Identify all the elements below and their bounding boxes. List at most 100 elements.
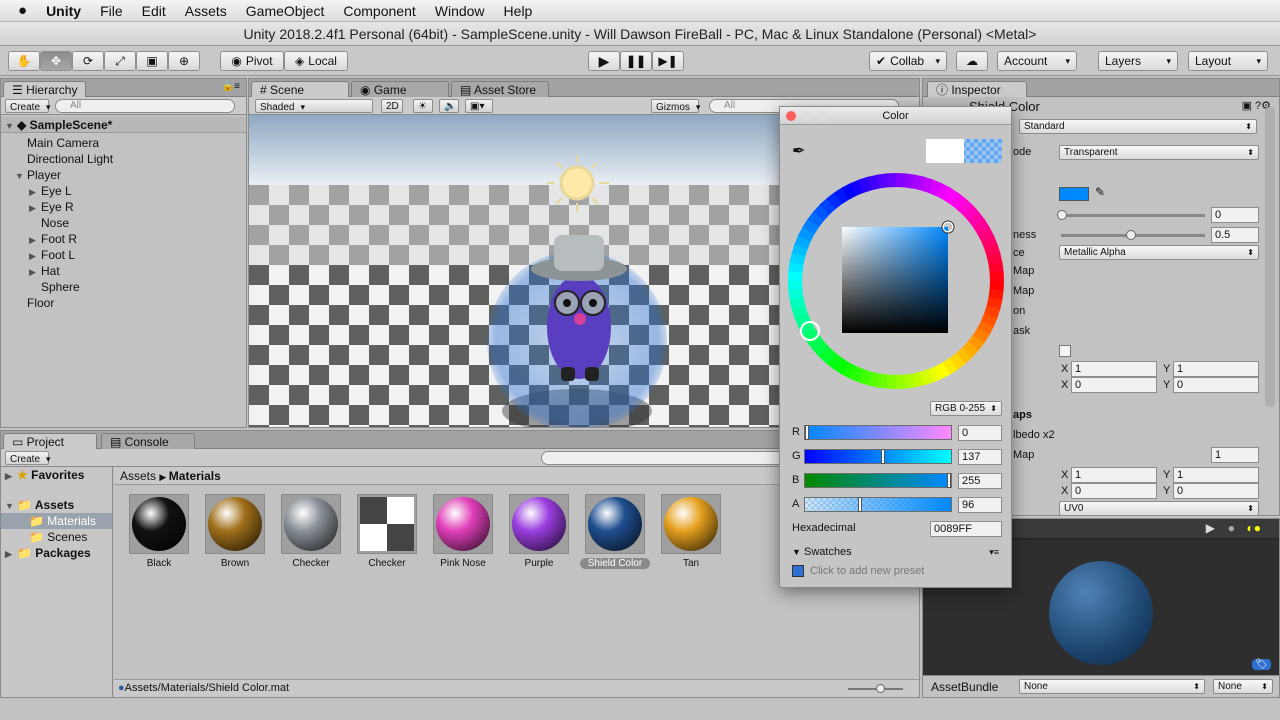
a-slider-handle[interactable] <box>858 497 863 512</box>
expand-icon[interactable]: ▶ <box>29 200 41 216</box>
offset2-x[interactable]: 0 <box>1071 483 1157 499</box>
eyedropper-icon[interactable]: ✎ <box>1095 185 1105 199</box>
project-create-dropdown[interactable]: Create <box>5 451 49 465</box>
tab-project[interactable]: ▭ Project <box>3 433 97 449</box>
tiling2-y[interactable]: 1 <box>1173 467 1259 483</box>
material-asset[interactable]: Brown <box>200 494 270 569</box>
cloud-icon[interactable]: ☁ <box>956 51 988 71</box>
expand-icon[interactable]: ▶ <box>29 184 41 200</box>
hierarchy-item[interactable]: ▼ Player <box>15 167 61 184</box>
rect-tool-icon[interactable]: ▣ <box>136 51 168 71</box>
menu-help[interactable]: Help <box>504 3 533 19</box>
menu-edit[interactable]: Edit <box>142 3 166 19</box>
inspector-scrollbar[interactable] <box>1265 107 1275 407</box>
menu-unity[interactable]: Unity <box>46 3 81 19</box>
pause-button[interactable]: ❚❚ <box>620 51 652 71</box>
hierarchy-item[interactable]: Floor <box>15 295 54 311</box>
shading-dropdown[interactable]: Shaded <box>255 99 373 113</box>
source-dropdown[interactable]: Metallic Alpha <box>1059 245 1259 260</box>
move-tool-icon[interactable]: ✥ <box>40 51 72 71</box>
color-wheel[interactable] <box>786 171 1006 391</box>
hierarchy-item[interactable]: Directional Light <box>15 151 113 167</box>
expand-icon[interactable]: ▼ <box>5 118 17 134</box>
folder-scenes[interactable]: 📁 Scenes <box>29 529 87 545</box>
hierarchy-item[interactable]: ▶ Foot R <box>29 231 77 248</box>
hierarchy-item[interactable]: Sphere <box>29 279 80 295</box>
expand-icon[interactable]: ▶ <box>29 264 41 280</box>
layout-dropdown[interactable]: Layout <box>1188 51 1268 71</box>
b-slider[interactable] <box>804 473 952 488</box>
tab-scene[interactable]: # Scene <box>251 81 349 97</box>
g-slider[interactable] <box>804 449 952 464</box>
minimize-icon[interactable] <box>802 111 812 121</box>
detail-normal-field[interactable]: 1 <box>1211 447 1259 463</box>
hierarchy-item[interactable]: ▶ Eye L <box>29 183 72 200</box>
expand-icon[interactable]: ▶ <box>29 232 41 248</box>
tab-game[interactable]: ◉ Game <box>351 81 449 97</box>
assetbundle-dropdown[interactable]: None <box>1019 679 1205 694</box>
2d-toggle[interactable]: 2D <box>381 99 403 113</box>
play-button[interactable]: ▶ <box>588 51 620 71</box>
preset-swatch[interactable] <box>792 565 804 577</box>
audio-icon[interactable]: 🔈 <box>439 99 459 113</box>
emission-checkbox[interactable] <box>1059 345 1071 357</box>
lighting-icon[interactable]: ☀ <box>413 99 433 113</box>
transform-tool-icon[interactable]: ⊕ <box>168 51 200 71</box>
add-preset-hint[interactable]: Click to add new preset <box>810 565 924 577</box>
layers-dropdown[interactable]: Layers <box>1098 51 1178 71</box>
panel-menu-icon[interactable]: 🔒≡ <box>222 81 240 92</box>
rendering-mode-dropdown[interactable]: Transparent <box>1059 145 1259 160</box>
material-asset[interactable]: Tan <box>656 494 726 569</box>
collab-dropdown[interactable]: ✔ Collab <box>869 51 947 71</box>
shader-dropdown[interactable]: Standard <box>1019 119 1257 134</box>
preview-light-icon[interactable]: ◐● <box>1247 521 1262 535</box>
assets-item[interactable]: ▼ 📁 Assets <box>5 497 74 514</box>
b-slider-handle[interactable] <box>947 473 951 488</box>
account-dropdown[interactable]: Account <box>997 51 1077 71</box>
local-button[interactable]: ◈ Local <box>284 51 348 71</box>
tiling-x[interactable]: 1 <box>1071 361 1157 377</box>
uv-set-dropdown[interactable]: UV0 <box>1059 501 1259 516</box>
swatches-menu-icon[interactable]: ▾≡ <box>989 547 999 558</box>
offset-x[interactable]: 0 <box>1071 377 1157 393</box>
variant-dropdown[interactable]: None <box>1213 679 1273 694</box>
r-slider-handle[interactable] <box>805 425 809 440</box>
scene-viewport[interactable] <box>249 115 779 427</box>
breadcrumb-assets[interactable]: Assets <box>120 469 156 483</box>
create-dropdown[interactable]: Create <box>5 99 49 113</box>
material-thumbnail[interactable] <box>129 494 189 554</box>
tab-console[interactable]: ▤ Console <box>101 433 195 449</box>
material-asset[interactable]: Checker <box>276 494 346 569</box>
a-slider[interactable] <box>804 497 952 512</box>
scale-tool-icon[interactable]: ⤢ <box>104 51 136 71</box>
material-thumbnail[interactable] <box>281 494 341 554</box>
hand-tool-icon[interactable]: ✋ <box>8 51 40 71</box>
folder-materials[interactable]: 📁 Materials <box>1 513 112 529</box>
material-thumbnail[interactable] <box>509 494 569 554</box>
apple-icon[interactable]: ● <box>18 2 27 19</box>
zoom-slider-handle[interactable] <box>876 684 885 693</box>
tab-inspector[interactable]: ⓘ Inspector <box>927 81 1027 97</box>
rotate-tool-icon[interactable]: ⟳ <box>72 51 104 71</box>
hex-field[interactable]: 0089FF <box>930 521 1002 537</box>
a-field[interactable]: 96 <box>958 497 1002 513</box>
packages-item[interactable]: ▶ 📁 Packages <box>5 545 91 562</box>
menu-assets[interactable]: Assets <box>185 3 227 19</box>
material-asset[interactable]: Purple <box>504 494 574 569</box>
metallic-field[interactable]: 0 <box>1211 207 1259 223</box>
material-asset[interactable]: Black <box>124 494 194 569</box>
hierarchy-item[interactable]: ▶ Foot L <box>29 247 75 264</box>
preview-sphere-icon[interactable]: ● <box>1228 521 1235 535</box>
material-thumbnail[interactable] <box>661 494 721 554</box>
eyedropper-icon[interactable]: ✒ <box>792 141 805 161</box>
gizmos-dropdown[interactable]: Gizmos <box>651 99 699 113</box>
menu-window[interactable]: Window <box>435 3 485 19</box>
menu-file[interactable]: File <box>100 3 123 19</box>
menu-gameobject[interactable]: GameObject <box>246 3 325 19</box>
r-field[interactable]: 0 <box>958 425 1002 441</box>
hierarchy-item[interactable]: Main Camera <box>15 135 99 151</box>
g-slider-handle[interactable] <box>881 449 886 464</box>
offset2-y[interactable]: 0 <box>1173 483 1259 499</box>
tag-icon[interactable]: 🏷 <box>1252 659 1271 670</box>
hierarchy-item[interactable]: Nose <box>29 215 69 231</box>
